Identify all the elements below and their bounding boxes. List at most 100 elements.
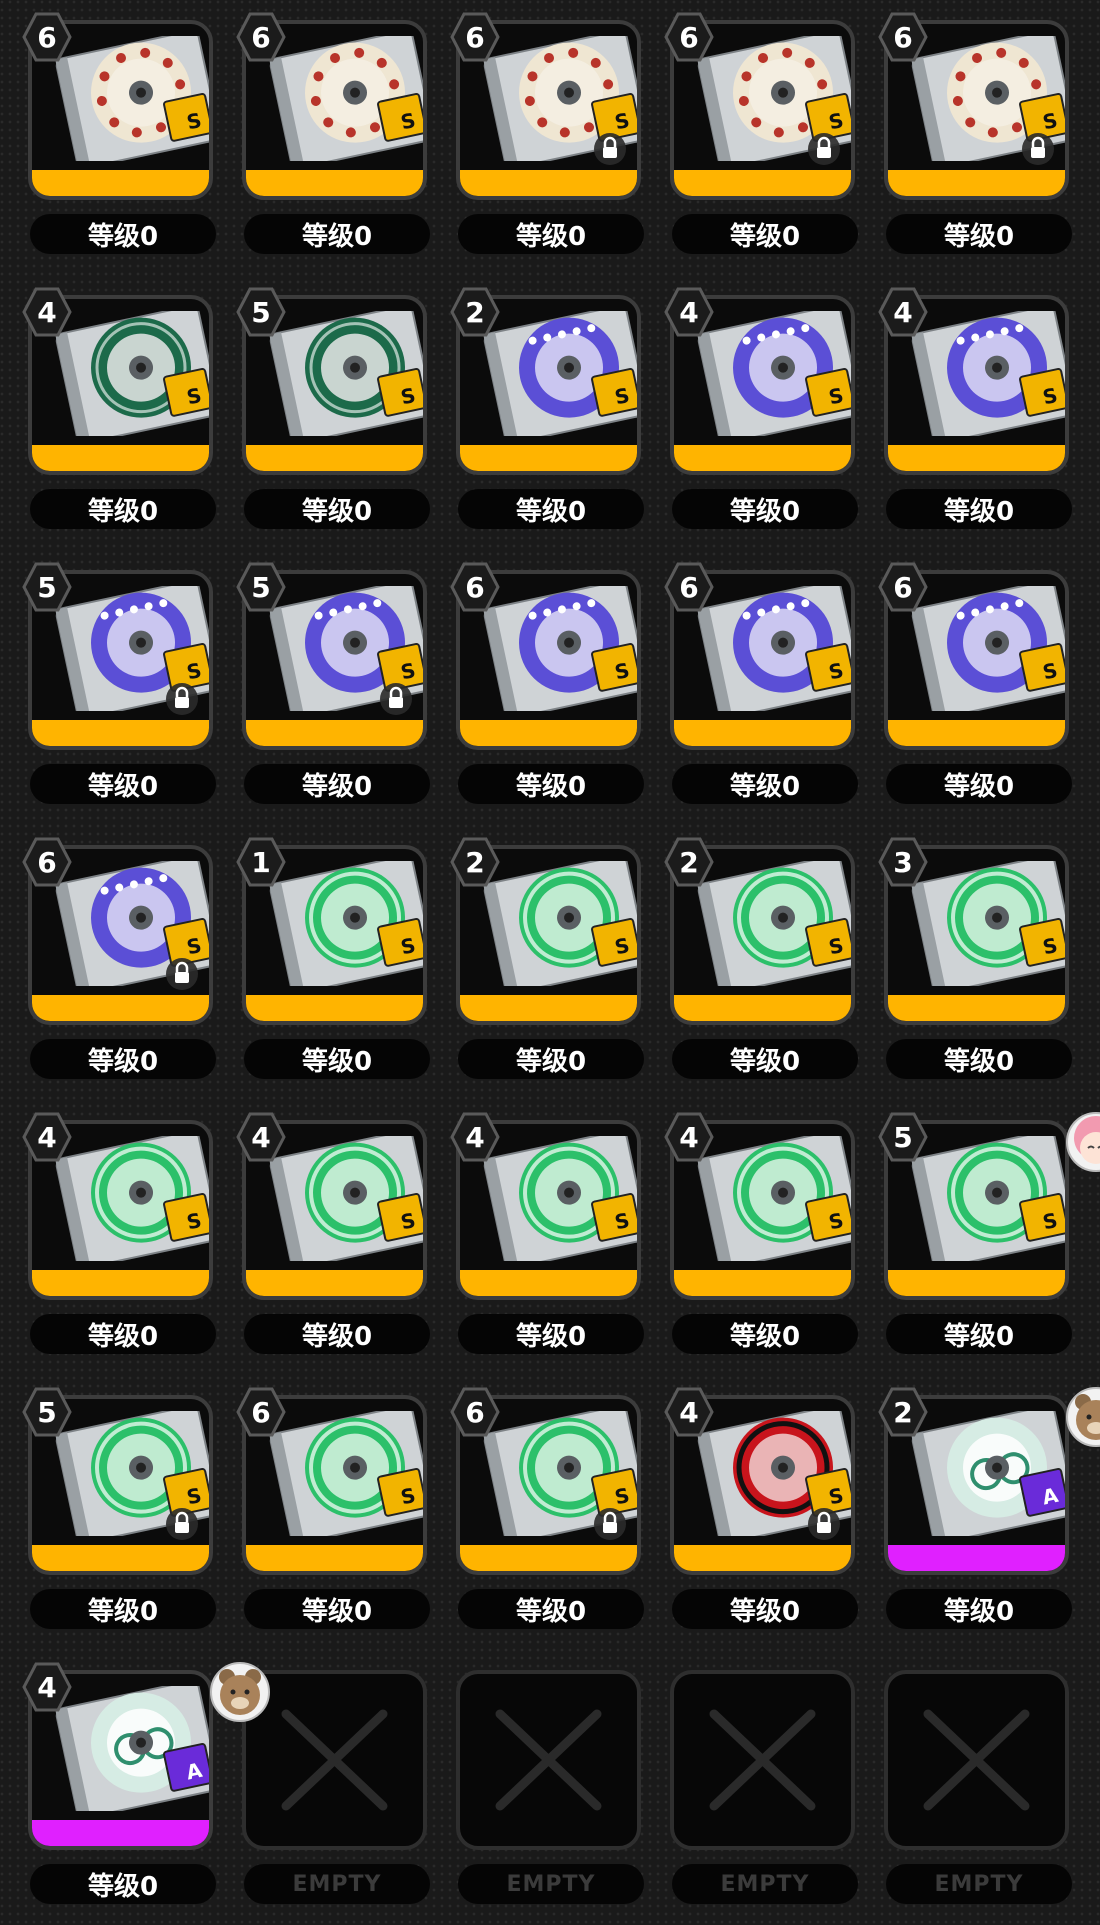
disc-level-number: 5 [251,570,271,604]
empty-slot-card[interactable] [670,1670,855,1850]
disc-level-badge: 4 [664,1112,714,1162]
drive-disc-slot[interactable]: S 3 等级0 [856,825,1072,1100]
rarity-color-band [460,1545,637,1571]
lock-icon [594,133,626,165]
rarity-color-band [674,445,851,471]
rarity-color-band [674,170,851,196]
drive-disc-slot[interactable]: S 6 等级0 [214,0,430,275]
rarity-color-band [674,1270,851,1296]
disc-level-number: 1 [251,845,271,879]
rarity-color-band [888,1270,1065,1296]
disc-art: S [269,311,423,436]
empty-x-icon [709,1709,816,1811]
disc-level-label: 等级0 [244,1039,430,1079]
empty-slot-card[interactable] [884,1670,1069,1850]
empty-disc-slot[interactable]: EMPTY [428,1650,644,1925]
disc-level-label: 等级0 [244,489,430,529]
disc-art: A [55,1686,209,1811]
disc-level-badge: 5 [22,562,72,612]
drive-disc-slot[interactable]: S 4 等级0 [856,275,1072,550]
disc-level-badge: 2 [878,1387,928,1437]
disc-level-badge: 1 [236,837,286,887]
disc-level-badge: 5 [878,1112,928,1162]
disc-level-number: 4 [679,1120,699,1154]
drive-disc-slot[interactable]: S 6 等级0 [856,550,1072,825]
rarity-color-band [674,720,851,746]
disc-level-badge: 4 [22,287,72,337]
drive-disc-slot[interactable]: S 4 等级0 [642,1375,858,1650]
empty-disc-slot[interactable]: EMPTY [856,1650,1072,1925]
drive-disc-slot[interactable]: S 2 等级0 [428,825,644,1100]
rarity-color-band [246,995,423,1021]
drive-disc-slot[interactable]: S 4 等级0 [0,1100,216,1375]
disc-level-label: 等级0 [244,1314,430,1354]
rarity-color-band [460,720,637,746]
drive-disc-slot[interactable]: S 6 等级0 [0,0,216,275]
rarity-color-band [460,1270,637,1296]
disc-art: S [911,311,1065,436]
disc-level-number: 4 [37,1120,57,1154]
empty-disc-slot[interactable]: EMPTY [642,1650,858,1925]
drive-disc-slot[interactable]: S 6 等级0 [0,825,216,1100]
disc-level-badge: 2 [664,837,714,887]
drive-disc-slot[interactable]: A 2 等级0 [856,1375,1100,1650]
lock-icon [808,133,840,165]
drive-disc-slot[interactable]: S 5 等级0 [214,275,430,550]
disc-level-number: 6 [893,570,913,604]
disc-level-number: 2 [465,845,485,879]
disc-level-badge: 4 [450,1112,500,1162]
disc-art: S [55,36,209,161]
disc-level-number: 3 [893,845,913,879]
drive-disc-slot[interactable]: S 6 等级0 [642,550,858,825]
drive-disc-slot[interactable]: S 6 等级0 [214,1375,430,1650]
rarity-color-band [32,1270,209,1296]
drive-disc-slot[interactable]: S 4 等级0 [642,1100,858,1375]
drive-disc-slot[interactable]: S 6 等级0 [428,550,644,825]
drive-disc-slot[interactable]: A 4 等级0 [0,1650,270,1925]
disc-level-badge: 5 [22,1387,72,1437]
disc-level-badge: 5 [236,287,286,337]
rarity-color-band [888,720,1065,746]
disc-art: S [911,861,1065,986]
disc-level-badge: 6 [878,12,928,62]
disc-art: S [697,586,851,711]
drive-disc-slot[interactable]: S 4 等级0 [214,1100,430,1375]
disc-level-label: 等级0 [672,1589,858,1629]
disc-level-label: 等级0 [244,764,430,804]
drive-disc-slot[interactable]: S 5 等级0 [856,1100,1100,1375]
empty-x-icon [495,1709,602,1811]
disc-level-badge: 3 [878,837,928,887]
disc-art: S [55,1136,209,1261]
drive-disc-slot[interactable]: S 2 等级0 [428,275,644,550]
drive-disc-slot[interactable]: S 5 等级0 [214,550,430,825]
disc-level-badge: 4 [236,1112,286,1162]
disc-level-number: 6 [893,20,913,54]
disc-level-badge: 4 [664,287,714,337]
empty-slot-card[interactable] [456,1670,641,1850]
disc-level-badge: 2 [450,837,500,887]
rarity-color-band [888,170,1065,196]
drive-disc-slot[interactable]: S 5 等级0 [0,550,216,825]
lock-icon [594,1508,626,1540]
disc-level-badge: 6 [236,12,286,62]
drive-disc-slot[interactable]: S 4 等级0 [0,275,216,550]
disc-level-number: 2 [465,295,485,329]
disc-art: S [55,311,209,436]
rarity-color-band [246,720,423,746]
drive-disc-slot[interactable]: S 6 等级0 [642,0,858,275]
drive-disc-slot[interactable]: S 4 等级0 [642,275,858,550]
rarity-color-band [888,445,1065,471]
drive-disc-slot[interactable]: S 5 等级0 [0,1375,216,1650]
disc-level-number: 2 [679,845,699,879]
empty-label: EMPTY [458,1864,644,1904]
disc-level-number: 5 [37,570,57,604]
drive-disc-slot[interactable]: S 1 等级0 [214,825,430,1100]
drive-disc-slot[interactable]: S 6 等级0 [856,0,1072,275]
drive-disc-slot[interactable]: S 6 等级0 [428,1375,644,1650]
disc-level-badge: 2 [450,287,500,337]
drive-disc-slot[interactable]: S 6 等级0 [428,0,644,275]
drive-disc-slot[interactable]: S 4 等级0 [428,1100,644,1375]
rarity-color-band [460,445,637,471]
rarity-color-band [888,1545,1065,1571]
drive-disc-slot[interactable]: S 2 等级0 [642,825,858,1100]
